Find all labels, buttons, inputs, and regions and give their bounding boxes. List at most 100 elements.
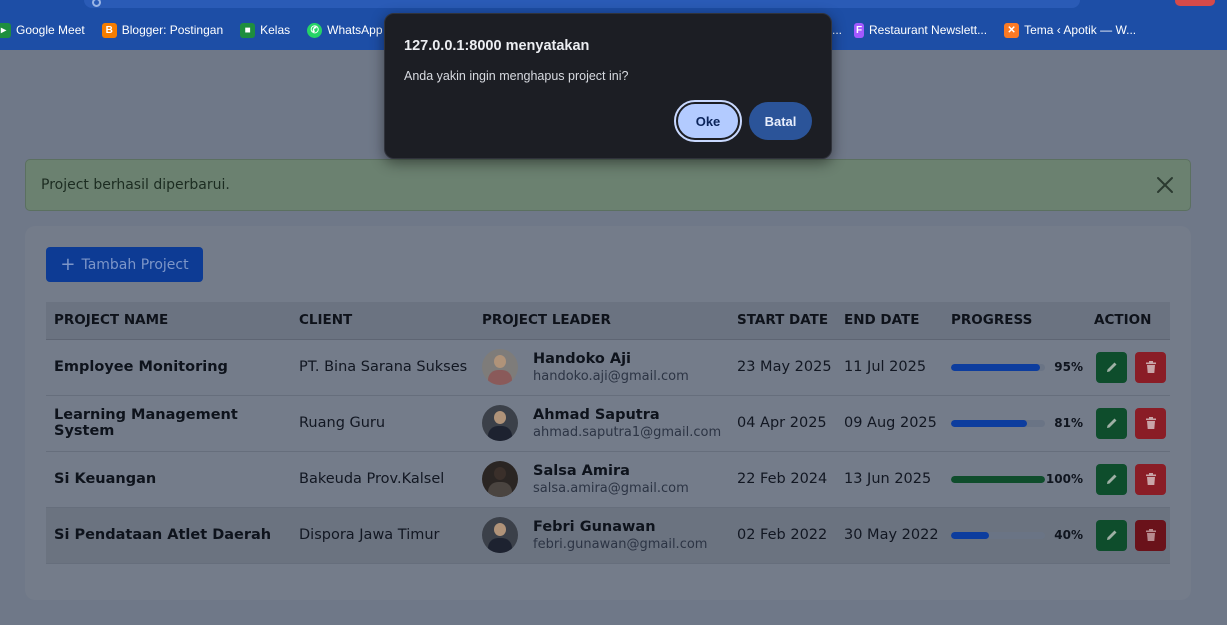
progress-cell: 95% xyxy=(943,339,1086,395)
plus-icon: + xyxy=(60,253,76,275)
leader-name: Ahmad Saputra xyxy=(533,406,660,423)
progress-label: 95% xyxy=(1054,360,1083,374)
project-leader-cell: Ahmad Saputra ahmad.saputra1@gmail.com xyxy=(474,395,729,451)
project-client: Dispora Jawa Timur xyxy=(299,527,440,543)
bookmark-kelas[interactable]: ■ Kelas xyxy=(240,22,291,38)
pencil-icon xyxy=(1106,418,1116,428)
bookmark-label: Restaurant Newslett... xyxy=(869,23,988,37)
bookmark-truncated[interactable]: ... xyxy=(832,23,842,37)
start-date: 02 Feb 2022 xyxy=(737,527,828,543)
project-leader-cell: Salsa Amira salsa.amira@gmail.com xyxy=(474,451,729,507)
cancel-button[interactable]: Batal xyxy=(749,102,812,140)
confirm-dialog: 127.0.0.1:8000 menyatakan Anda yakin ing… xyxy=(384,13,832,159)
col-project-leader[interactable]: PROJECT LEADER xyxy=(474,302,729,340)
table-row: Si Keuangan Bakeuda Prov.Kalsel Salsa Am… xyxy=(46,451,1170,507)
edit-button[interactable] xyxy=(1096,351,1127,383)
project-name: Learning Management System xyxy=(54,407,238,439)
end-date: 30 May 2022 xyxy=(844,527,939,543)
leader-name: Febri Gunawan xyxy=(533,518,656,535)
address-bar[interactable] xyxy=(84,0,1080,8)
start-date: 23 May 2025 xyxy=(737,359,832,375)
project-leader-cell: Handoko Aji handoko.aji@gmail.com xyxy=(474,339,729,395)
progress-cell: 81% xyxy=(943,395,1086,451)
progress-fill xyxy=(951,475,1045,483)
leader-email: ahmad.saputra1@gmail.com xyxy=(533,424,722,440)
avatar xyxy=(482,517,518,553)
edit-button[interactable] xyxy=(1096,407,1127,439)
bookmark-google-meet[interactable]: ▸ Google Meet xyxy=(0,22,85,38)
col-project-name[interactable]: PROJECT NAME xyxy=(46,302,291,340)
bookmarks-bar-right: ... F Restaurant Newslett... ✕ Tema ‹ Ap… xyxy=(832,20,1153,40)
leader-email: handoko.aji@gmail.com xyxy=(533,368,689,384)
bookmarks-bar: ▸ Google Meet B Blogger: Postingan ■ Kel… xyxy=(0,20,400,40)
progress-label: 81% xyxy=(1054,416,1083,430)
table-header-row: PROJECT NAME CLIENT PROJECT LEADER START… xyxy=(46,302,1170,340)
project-client: Bakeuda Prov.Kalsel xyxy=(299,471,445,487)
pencil-icon xyxy=(1106,530,1116,540)
close-icon[interactable] xyxy=(1154,174,1176,196)
avatar xyxy=(482,461,518,497)
delete-button[interactable] xyxy=(1135,519,1166,551)
progress-cell: 100% xyxy=(943,451,1086,507)
action-cell xyxy=(1086,339,1170,395)
progress-bar xyxy=(951,363,1045,371)
projects-card: + Tambah Project PROJECT NAME CLIENT PRO… xyxy=(25,226,1191,600)
xampp-icon: ✕ xyxy=(1004,22,1020,38)
leader-name: Handoko Aji xyxy=(533,350,632,367)
profile-badge[interactable] xyxy=(1175,0,1215,6)
col-progress[interactable]: PROGRESS xyxy=(943,302,1086,340)
project-client: PT. Bina Sarana Sukses xyxy=(299,359,468,375)
progress-bar xyxy=(951,419,1045,427)
avatar xyxy=(482,405,518,441)
end-date: 09 Aug 2025 xyxy=(844,415,937,431)
start-date: 04 Apr 2025 xyxy=(737,415,827,431)
pencil-icon xyxy=(1106,362,1116,372)
trash-icon xyxy=(1145,529,1156,541)
bookmark-blogger[interactable]: B Blogger: Postingan xyxy=(101,22,224,38)
bookmark-label: Blogger: Postingan xyxy=(121,23,224,37)
google-meet-icon: ▸ xyxy=(0,22,11,38)
whatsapp-icon: ✆ xyxy=(307,22,323,38)
edit-button[interactable] xyxy=(1096,463,1127,495)
bookmark-tema-apotik[interactable]: ✕ Tema ‹ Apotik — W... xyxy=(1004,22,1137,38)
trash-icon xyxy=(1145,473,1156,485)
bookmark-label: WhatsApp xyxy=(327,23,383,37)
bookmark-label: Tema ‹ Apotik — W... xyxy=(1024,23,1137,37)
delete-button[interactable] xyxy=(1135,463,1166,495)
leader-email: salsa.amira@gmail.com xyxy=(533,480,689,496)
edit-button[interactable] xyxy=(1096,519,1127,551)
delete-button[interactable] xyxy=(1135,351,1166,383)
trash-icon xyxy=(1145,361,1156,373)
action-cell xyxy=(1086,451,1170,507)
bookmark-restaurant-newsletter[interactable]: F Restaurant Newslett... xyxy=(854,22,988,38)
bookmark-whatsapp[interactable]: ✆ WhatsApp xyxy=(307,22,383,38)
leader-email: febri.gunawan@gmail.com xyxy=(533,536,708,552)
end-date: 11 Jul 2025 xyxy=(844,359,927,375)
blogger-icon: B xyxy=(101,22,117,38)
avatar xyxy=(482,349,518,385)
leader-name: Salsa Amira xyxy=(533,462,630,479)
progress-label: 100% xyxy=(1045,472,1083,486)
project-name: Si Keuangan xyxy=(54,471,157,487)
add-project-button[interactable]: + Tambah Project xyxy=(46,247,203,282)
action-cell xyxy=(1086,507,1170,563)
project-name: Employee Monitoring xyxy=(54,359,228,375)
delete-button[interactable] xyxy=(1135,407,1166,439)
col-end-date[interactable]: END DATE xyxy=(836,302,943,340)
action-cell xyxy=(1086,395,1170,451)
dialog-title: 127.0.0.1:8000 menyatakan xyxy=(404,38,590,54)
project-client: Ruang Guru xyxy=(299,415,386,431)
bookmark-label: Google Meet xyxy=(16,23,85,37)
progress-bar xyxy=(951,531,1045,539)
bookmark-label: Kelas xyxy=(260,23,291,37)
progress-label: 40% xyxy=(1054,528,1083,542)
table-row: Learning Management System Ruang Guru Ah… xyxy=(46,395,1170,451)
ok-button[interactable]: Oke xyxy=(674,100,742,142)
table-row: Employee Monitoring PT. Bina Sarana Suks… xyxy=(46,339,1170,395)
bookmark-label: ... xyxy=(832,23,843,37)
col-client[interactable]: CLIENT xyxy=(291,302,474,340)
success-alert: Project berhasil diperbarui. xyxy=(25,159,1191,211)
dialog-message: Anda yakin ingin menghapus project ini? xyxy=(404,69,629,83)
figma-icon: F xyxy=(854,22,865,38)
col-start-date[interactable]: START DATE xyxy=(729,302,836,340)
